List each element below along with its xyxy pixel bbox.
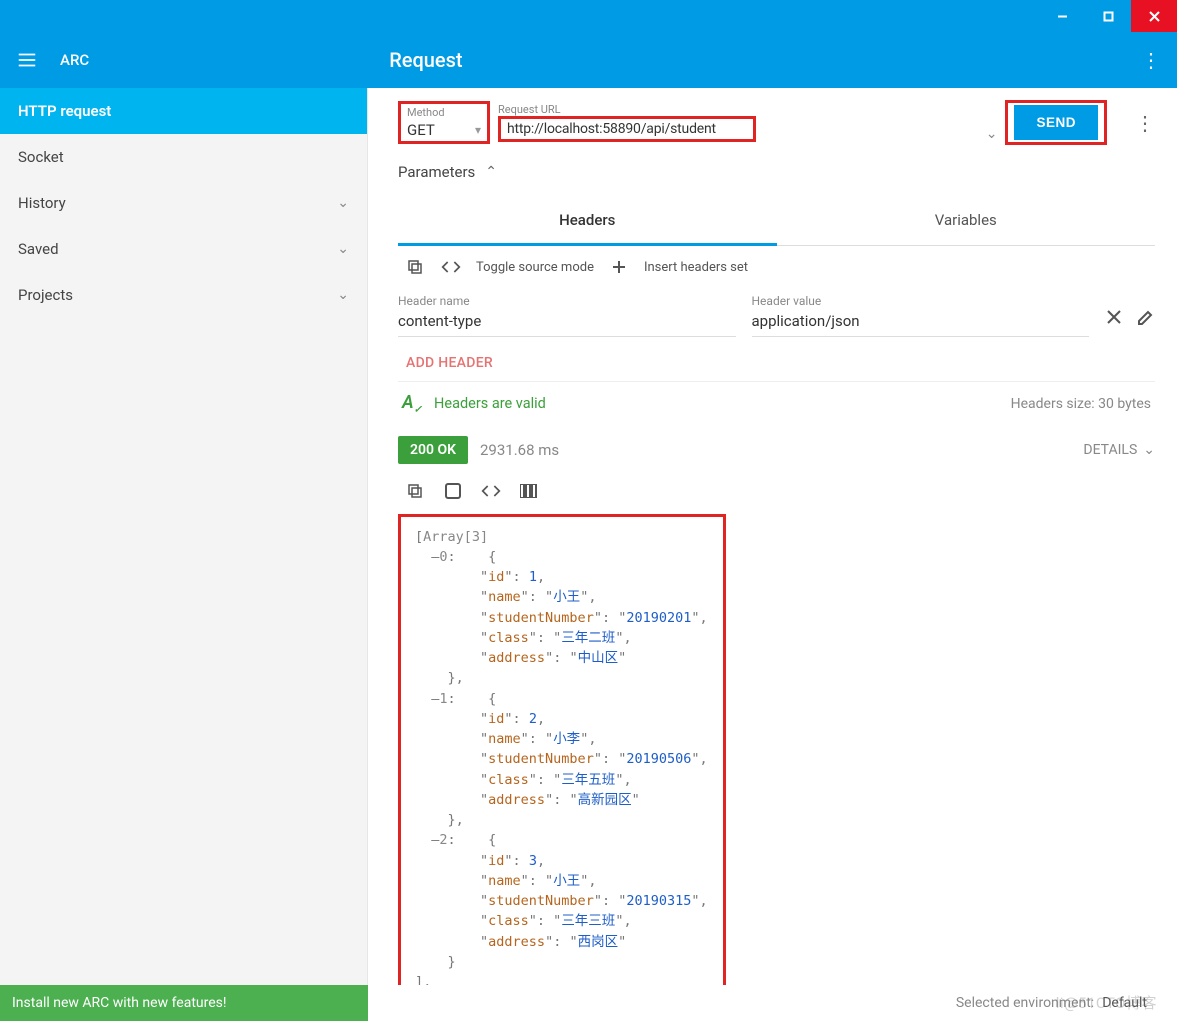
response-body[interactable]: [Array[3] —0: { "id": 1, "name": "小王", "… [398, 514, 726, 985]
header-name-input[interactable]: content-type [398, 308, 736, 337]
chevron-down-icon: ⌄ [337, 287, 349, 303]
sidebar-item-label: Socket [18, 148, 64, 166]
send-button-box: SEND [1005, 100, 1107, 145]
details-toggle[interactable]: DETAILS ⌄ [1083, 442, 1155, 458]
download-icon[interactable] [442, 480, 464, 502]
headers-size: Headers size: 30 bytes [1011, 396, 1151, 412]
url-value: http://localhost:58890/api/student [507, 119, 716, 137]
header-name-label: Header name [398, 294, 736, 308]
app-bar: ARC Request ⋮ [0, 32, 1177, 88]
code-icon[interactable] [440, 256, 462, 278]
watermark: li@51CTO博客 [1056, 992, 1157, 1013]
chevron-up-icon: ⌃ [485, 164, 497, 180]
page-title: Request [389, 48, 462, 72]
header-value-label: Header value [752, 294, 1090, 308]
header-row: Header name content-type Header value ap… [398, 294, 1155, 337]
method-label: Method [407, 106, 481, 119]
install-banner[interactable]: Install new ARC with new features! [0, 985, 368, 1021]
toggle-source-label[interactable]: Toggle source mode [476, 260, 594, 275]
sidebar: HTTP request Socket History ⌄ Saved ⌄ Pr… [0, 88, 368, 985]
edit-header-icon[interactable] [1137, 307, 1155, 331]
response-time: 2931.68 ms [480, 441, 559, 459]
minimize-button[interactable] [1039, 0, 1085, 32]
appbar-more-icon[interactable]: ⋮ [1141, 48, 1161, 72]
request-more-icon[interactable]: ⋮ [1135, 111, 1155, 135]
parameters-label: Parameters [398, 163, 475, 181]
sidebar-item-label: HTTP request [18, 102, 111, 120]
sidebar-item-history[interactable]: History ⌄ [0, 180, 367, 226]
sidebar-item-socket[interactable]: Socket [0, 134, 367, 180]
parameters-toggle[interactable]: Parameters ⌃ [398, 163, 1155, 181]
headers-toolbar: Toggle source mode Insert headers set [398, 246, 1155, 288]
copy-icon[interactable] [404, 480, 426, 502]
delete-header-icon[interactable] [1105, 307, 1123, 331]
send-button[interactable]: SEND [1014, 105, 1098, 140]
url-input[interactable]: http://localhost:58890/api/student [498, 116, 756, 142]
footer: Install new ARC with new features! Selec… [0, 985, 1177, 1021]
maximize-button[interactable] [1085, 0, 1131, 32]
chevron-down-icon: ⌄ [1143, 442, 1155, 458]
sidebar-item-label: Projects [18, 286, 73, 304]
request-row: Method GET ▾ Request URL http://localhos… [398, 100, 1155, 145]
add-header-button[interactable]: ADD HEADER [398, 337, 1155, 381]
window-titlebar [0, 0, 1177, 32]
validation-message: Headers are valid [434, 395, 546, 412]
sidebar-item-saved[interactable]: Saved ⌄ [0, 226, 367, 272]
tab-headers[interactable]: Headers [398, 197, 777, 246]
header-value-input[interactable]: application/json [752, 308, 1090, 337]
main-panel: Method GET ▾ Request URL http://localhos… [368, 88, 1177, 985]
close-button[interactable] [1131, 0, 1177, 32]
response-toolbar [398, 464, 1155, 512]
chevron-down-icon[interactable]: ⌄ [986, 126, 998, 142]
copy-icon[interactable] [404, 256, 426, 278]
app-name: ARC [60, 51, 89, 69]
valid-icon: A✓ [402, 392, 422, 416]
chevron-down-icon: ⌄ [337, 241, 349, 257]
columns-icon[interactable] [518, 480, 540, 502]
sidebar-item-label: Saved [18, 240, 59, 258]
sidebar-item-projects[interactable]: Projects ⌄ [0, 272, 367, 318]
url-label: Request URL [498, 103, 978, 116]
status-row: 200 OK 2931.68 ms DETAILS ⌄ [398, 436, 1155, 464]
menu-icon[interactable] [16, 49, 56, 71]
sidebar-item-http-request[interactable]: HTTP request [0, 88, 367, 134]
method-value: GET [407, 121, 435, 139]
params-tabs: Headers Variables [398, 197, 1155, 246]
plus-icon[interactable] [608, 256, 630, 278]
code-icon[interactable] [480, 480, 502, 502]
sidebar-item-label: History [18, 194, 66, 212]
chevron-down-icon: ⌄ [337, 195, 349, 211]
tab-variables[interactable]: Variables [777, 197, 1156, 246]
chevron-down-icon: ▾ [475, 123, 481, 137]
method-select[interactable]: Method GET ▾ [398, 101, 490, 144]
insert-set-label[interactable]: Insert headers set [644, 260, 748, 275]
validation-row: A✓ Headers are valid Headers size: 30 by… [398, 382, 1155, 426]
status-badge: 200 OK [398, 436, 468, 464]
